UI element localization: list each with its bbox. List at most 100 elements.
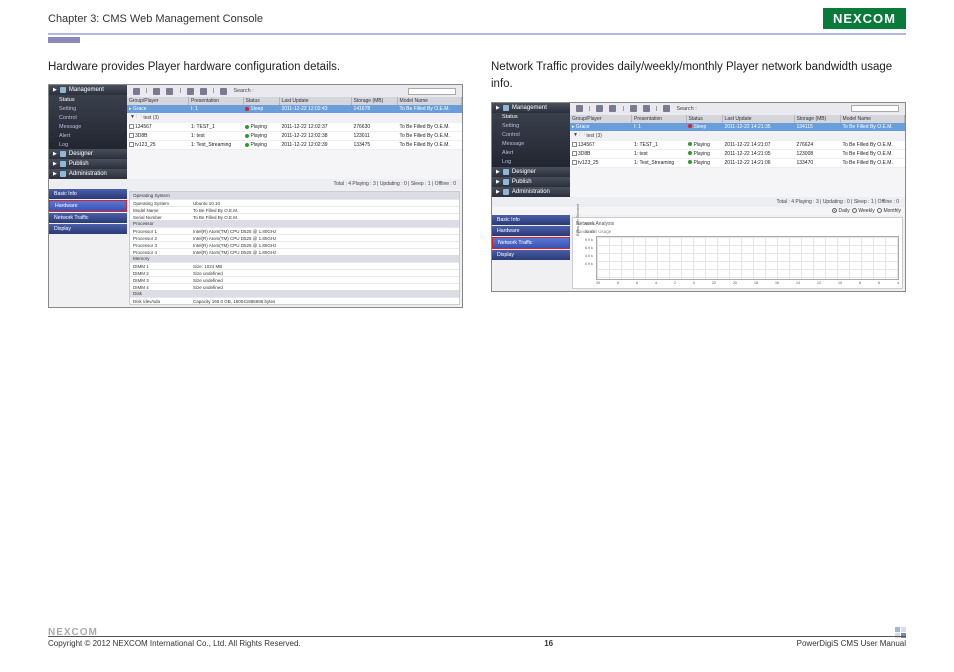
checkbox-icon[interactable] bbox=[129, 124, 134, 129]
right-panel: ▶Management Status Setting Control Messa… bbox=[491, 102, 906, 292]
tab-hardware[interactable]: Hardware bbox=[492, 226, 570, 236]
upload-icon[interactable] bbox=[643, 105, 650, 112]
nav-alert[interactable]: Alert bbox=[49, 131, 127, 140]
radio-daily[interactable] bbox=[832, 208, 837, 213]
search-input[interactable] bbox=[851, 105, 899, 112]
tab-basic-info[interactable]: Basic Info bbox=[49, 189, 127, 199]
tree-node[interactable]: ▼ 🗀 test (3) bbox=[570, 131, 905, 141]
nav-message[interactable]: Message bbox=[49, 122, 127, 131]
group-row[interactable]: ▸ Grace I: 1 Sleep 2011-12-22 14:21:35 1… bbox=[570, 123, 905, 131]
nav-management[interactable]: ▶Management bbox=[49, 85, 127, 95]
designer-icon bbox=[503, 169, 509, 175]
search-label: Search : bbox=[676, 106, 696, 112]
nav-designer[interactable]: ▶Designer bbox=[492, 167, 570, 177]
search-icon[interactable] bbox=[220, 88, 227, 95]
chart-subtitle: Bandwidth Usage bbox=[576, 229, 899, 234]
toolbar: | | | Search : bbox=[127, 85, 462, 97]
y-ticks: 55.9 k 52.9 k 9.9 k 6.9 k 4.0 k 0.9 k bbox=[585, 222, 595, 267]
nav-log[interactable]: Log bbox=[492, 158, 570, 167]
tab-display[interactable]: Display bbox=[49, 224, 127, 234]
table-header: Group/Player Presentation Status Last Up… bbox=[127, 97, 462, 105]
nav-management[interactable]: ▶Management bbox=[492, 103, 570, 113]
copyright: Copyright © 2012 NEXCOM International Co… bbox=[48, 639, 301, 648]
checkbox-icon[interactable] bbox=[129, 142, 134, 147]
y-axis-label: Bytes per Second bbox=[575, 204, 580, 236]
status-bar: Total : 4 Playing : 3 | Updating : 0 | S… bbox=[492, 197, 905, 207]
status-bar: Total : 4 Playing : 3 | Updating : 0 | S… bbox=[49, 179, 462, 189]
admin-icon bbox=[503, 189, 509, 195]
table-row[interactable]: 3D8B 1: test Playing 2011-12-22 14:21:05… bbox=[570, 150, 905, 159]
nav-publish[interactable]: ▶Publish bbox=[49, 159, 127, 169]
left-description: Hardware provides Player hardware config… bbox=[48, 59, 463, 76]
publish-icon bbox=[503, 179, 509, 185]
add-icon[interactable] bbox=[596, 105, 603, 112]
page-number: 16 bbox=[544, 639, 553, 648]
checkbox-icon[interactable] bbox=[572, 160, 577, 165]
checkbox-icon[interactable] bbox=[572, 151, 577, 156]
tab-display[interactable]: Display bbox=[492, 250, 570, 260]
download-icon[interactable] bbox=[630, 105, 637, 112]
download-icon[interactable] bbox=[187, 88, 194, 95]
table-row[interactable]: 3D8B 1: test Playing 2011-12-22 12:02:38… bbox=[127, 132, 462, 141]
nav-setting[interactable]: Setting bbox=[49, 104, 127, 113]
search-icon[interactable] bbox=[663, 105, 670, 112]
nav-setting[interactable]: Setting bbox=[492, 122, 570, 131]
add-icon[interactable] bbox=[153, 88, 160, 95]
table-row[interactable]: 134567 1: TEST_1 Playing 2011-12-22 12:0… bbox=[127, 123, 462, 132]
radio-monthly[interactable] bbox=[877, 208, 882, 213]
nav-status[interactable]: Status bbox=[49, 95, 127, 104]
sidebar: ▶Management Status Setting Control Messa… bbox=[492, 103, 570, 197]
tree-node[interactable]: ▼ 🗀 test (3) bbox=[127, 113, 462, 123]
nav-administration[interactable]: ▶Administration bbox=[492, 187, 570, 197]
right-description: Network Traffic provides daily/weekly/mo… bbox=[491, 59, 906, 94]
refresh-icon[interactable] bbox=[133, 88, 140, 95]
table-rows: 134567 1: TEST_1 Playing 2011-12-22 14:2… bbox=[570, 141, 905, 168]
nav-publish[interactable]: ▶Publish bbox=[492, 177, 570, 187]
tab-network-traffic[interactable]: Network Traffic bbox=[492, 237, 570, 249]
nav-log[interactable]: Log bbox=[49, 140, 127, 149]
toolbar: | | | Search : bbox=[570, 103, 905, 115]
network-chart: Network Analysis Bandwidth Usage Bytes p… bbox=[572, 217, 903, 289]
chart-grid bbox=[596, 236, 899, 280]
chapter-title: Chapter 3: CMS Web Management Console bbox=[48, 13, 263, 25]
checkbox-icon[interactable] bbox=[129, 133, 134, 138]
checkbox-icon[interactable] bbox=[572, 142, 577, 147]
management-icon bbox=[503, 105, 509, 111]
admin-icon bbox=[60, 171, 66, 177]
nav-alert[interactable]: Alert bbox=[492, 149, 570, 158]
left-panel: ▶Management Status Setting Control Messa… bbox=[48, 84, 463, 308]
table-header: Group/Player Presentation Status Last Up… bbox=[570, 115, 905, 123]
management-icon bbox=[60, 87, 66, 93]
chart-title: Network Analysis bbox=[576, 221, 899, 227]
radio-weekly[interactable] bbox=[852, 208, 857, 213]
table-row[interactable]: tv123_25 1: Test_Streaming Playing 2011-… bbox=[570, 159, 905, 168]
table-rows: 134567 1: TEST_1 Playing 2011-12-22 12:0… bbox=[127, 123, 462, 150]
delete-icon[interactable] bbox=[166, 88, 173, 95]
nav-control[interactable]: Control bbox=[49, 113, 127, 122]
group-row[interactable]: ▸ Grace I: 1 Sleep 2011-12-22 12:02:43 1… bbox=[127, 105, 462, 113]
period-options: Daily Weekly Monthly bbox=[492, 207, 905, 215]
designer-icon bbox=[60, 151, 66, 157]
table-row[interactable]: tv123_25 1: Test_Streaming Playing 2011-… bbox=[127, 141, 462, 150]
upload-icon[interactable] bbox=[200, 88, 207, 95]
tab-basic-info[interactable]: Basic Info bbox=[492, 215, 570, 225]
hardware-detail: Operating System Operating SystemUbuntu … bbox=[129, 191, 460, 305]
tab-hardware[interactable]: Hardware bbox=[49, 200, 127, 212]
nav-message[interactable]: Message bbox=[492, 140, 570, 149]
table-row[interactable]: 134567 1: TEST_1 Playing 2011-12-22 14:2… bbox=[570, 141, 905, 150]
tab-network-traffic[interactable]: Network Traffic bbox=[49, 213, 127, 223]
brand-logo: NEXCOM bbox=[823, 8, 906, 29]
nav-items: Status Setting Control Message Alert Log bbox=[49, 95, 127, 149]
search-input[interactable] bbox=[408, 88, 456, 95]
nav-designer[interactable]: ▶Designer bbox=[49, 149, 127, 159]
x-ticks: 308 64 20 2220 1816 1412 108 64 bbox=[596, 281, 899, 285]
search-label: Search : bbox=[233, 88, 253, 94]
nav-status[interactable]: Status bbox=[492, 113, 570, 122]
nav-administration[interactable]: ▶Administration bbox=[49, 169, 127, 179]
nav-control[interactable]: Control bbox=[492, 131, 570, 140]
refresh-icon[interactable] bbox=[576, 105, 583, 112]
manual-name: PowerDigiS CMS User Manual bbox=[797, 639, 906, 648]
delete-icon[interactable] bbox=[609, 105, 616, 112]
publish-icon bbox=[60, 161, 66, 167]
sidebar: ▶Management Status Setting Control Messa… bbox=[49, 85, 127, 179]
